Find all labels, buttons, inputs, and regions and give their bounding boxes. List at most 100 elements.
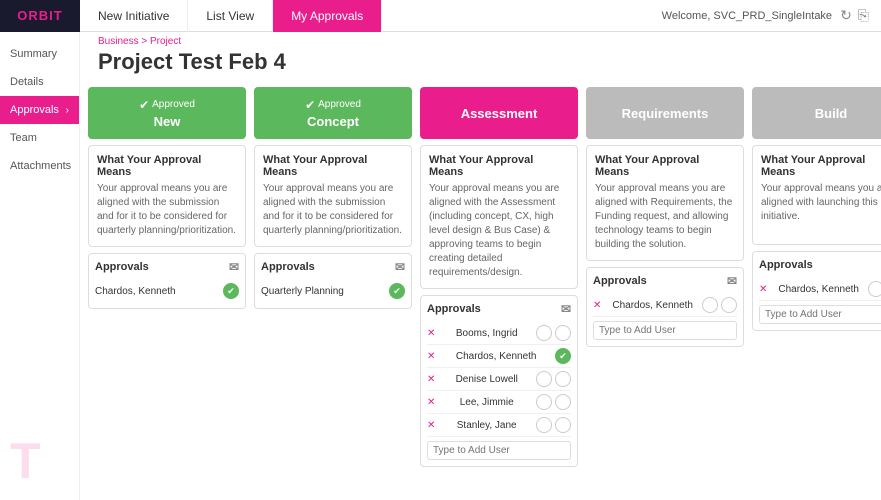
approval-row: Quarterly Planning ✔ xyxy=(261,280,405,302)
status-empty-icon xyxy=(555,325,571,341)
approval-row: ✕ Denise Lowell xyxy=(427,368,571,391)
tab-new-initiative[interactable]: New Initiative xyxy=(80,0,188,32)
mail-icon-new[interactable]: ✉ xyxy=(229,260,239,274)
stage-header-concept: ✔ Approved Concept xyxy=(254,87,412,139)
sidebar-item-details[interactable]: Details xyxy=(0,68,79,96)
add-user-input-build[interactable] xyxy=(759,305,881,324)
approver-name: Chardos, Kenneth xyxy=(456,351,537,362)
tab-list-view[interactable]: List View xyxy=(188,0,273,32)
stage-header-requirements: Requirements xyxy=(586,87,744,139)
breadcrumb-business[interactable]: Business xyxy=(98,36,139,47)
status-approved-icon: ✔ xyxy=(389,283,405,299)
approvals-header-build: Approvals ✉ xyxy=(759,258,881,272)
approval-means-text-concept: Your approval means you are aligned with… xyxy=(263,182,403,238)
logo-area: ORBIT xyxy=(0,0,80,32)
sidebar-item-attachments[interactable]: Attachments xyxy=(0,152,79,180)
main-content: Business > Project Project Test Feb 4 ✔ … xyxy=(80,32,881,500)
stage-name-new: New xyxy=(154,114,181,129)
approver-name: Denise Lowell xyxy=(456,374,518,385)
approver-name: Stanley, Jane xyxy=(457,420,517,431)
approvals-header-assessment: Approvals ✉ xyxy=(427,302,571,316)
sidebar-item-approvals[interactable]: Approvals› xyxy=(0,96,79,124)
remove-icon[interactable]: ✕ xyxy=(593,300,601,311)
remove-icon[interactable]: ✕ xyxy=(759,284,767,295)
approval-status xyxy=(536,325,571,341)
mail-icon-assessment[interactable]: ✉ xyxy=(561,302,571,316)
mail-icon-concept[interactable]: ✉ xyxy=(395,260,405,274)
remove-icon[interactable]: ✕ xyxy=(427,397,435,408)
approval-status xyxy=(536,394,571,410)
approvals-label-assessment: Approvals xyxy=(427,303,481,315)
approval-means-title-assessment: What Your Approval Means xyxy=(429,154,569,178)
logo: ORBIT xyxy=(17,8,62,23)
tmobile-watermark: T xyxy=(10,432,41,490)
approval-means-card-assessment: What Your Approval Means Your approval m… xyxy=(420,145,578,289)
kanban-col-requirements: Requirements What Your Approval Means Yo… xyxy=(586,87,744,467)
add-user-input-assessment[interactable] xyxy=(427,441,571,460)
approval-means-title-concept: What Your Approval Means xyxy=(263,154,403,178)
approvals-label-build: Approvals xyxy=(759,259,813,271)
approver-name: Lee, Jimmie xyxy=(460,397,514,408)
stage-approved-new: ✔ Approved xyxy=(139,98,195,112)
approval-means-text-new: Your approval means you are aligned with… xyxy=(97,182,237,238)
kanban-col-build: Build What Your Approval Means Your appr… xyxy=(752,87,881,467)
approvals-label-requirements: Approvals xyxy=(593,275,647,287)
approval-status: ✔ xyxy=(555,348,571,364)
approvals-section-concept: Approvals ✉ Quarterly Planning ✔ xyxy=(254,253,412,309)
approval-means-card-requirements: What Your Approval Means Your approval m… xyxy=(586,145,744,261)
status-approved-icon: ✔ xyxy=(223,283,239,299)
status-empty-icon xyxy=(868,281,881,297)
approval-status xyxy=(868,281,881,297)
approval-means-title-new: What Your Approval Means xyxy=(97,154,237,178)
approval-status xyxy=(702,297,737,313)
status-empty-icon xyxy=(536,417,552,433)
status-empty-icon xyxy=(555,371,571,387)
refresh-icon[interactable]: ↻ xyxy=(840,7,852,24)
stage-name-requirements: Requirements xyxy=(622,106,709,121)
approval-row: Chardos, Kenneth ✔ xyxy=(95,280,239,302)
status-empty-icon xyxy=(555,417,571,433)
status-empty-icon xyxy=(536,325,552,341)
add-user-input-requirements[interactable] xyxy=(593,321,737,340)
remove-icon[interactable]: ✕ xyxy=(427,328,435,339)
remove-icon[interactable]: ✕ xyxy=(427,351,435,362)
header-icons: ↻ ⎘ xyxy=(840,7,869,24)
stage-status-new: Approved xyxy=(152,99,195,110)
stage-approved-concept: ✔ Approved xyxy=(305,98,361,112)
sidebar-item-team[interactable]: Team xyxy=(0,124,79,152)
approvals-label-concept: Approvals xyxy=(261,261,315,273)
check-icon-concept: ✔ xyxy=(305,98,315,112)
remove-icon[interactable]: ✕ xyxy=(427,420,435,431)
kanban-col-new: ✔ Approved New What Your Approval Means … xyxy=(88,87,246,467)
approval-means-card-new: What Your Approval Means Your approval m… xyxy=(88,145,246,247)
tab-my-approvals[interactable]: My Approvals xyxy=(273,0,382,32)
approval-row: ✕ Booms, Ingrid xyxy=(427,322,571,345)
approval-row: ✕ Chardos, Kenneth xyxy=(593,294,737,317)
status-empty-icon xyxy=(721,297,737,313)
app-body: Summary Details Approvals› Team Attachme… xyxy=(0,32,881,500)
approver-name: Chardos, Kenneth xyxy=(778,284,859,295)
kanban-board: ✔ Approved New What Your Approval Means … xyxy=(88,81,873,473)
breadcrumb-project: Project xyxy=(150,36,181,47)
approvals-header-concept: Approvals ✉ xyxy=(261,260,405,274)
nav-tabs: New Initiative List View My Approvals xyxy=(80,0,382,32)
approver-name: Chardos, Kenneth xyxy=(612,300,693,311)
approval-row: ✕ Chardos, Kenneth xyxy=(759,278,881,301)
header: ORBIT New Initiative List View My Approv… xyxy=(0,0,881,32)
share-icon[interactable]: ⎘ xyxy=(858,7,869,24)
welcome-text: Welcome, SVC_PRD_SingleIntake xyxy=(662,10,832,22)
approver-name: Quarterly Planning xyxy=(261,286,344,297)
kanban-col-assessment: Assessment What Your Approval Means Your… xyxy=(420,87,578,467)
check-icon-new: ✔ xyxy=(139,98,149,112)
stage-header-build: Build xyxy=(752,87,881,139)
status-empty-icon xyxy=(536,371,552,387)
remove-icon[interactable]: ✕ xyxy=(427,374,435,385)
mail-icon-requirements[interactable]: ✉ xyxy=(727,274,737,288)
sidebar-item-summary[interactable]: Summary xyxy=(0,40,79,68)
status-empty-icon xyxy=(555,394,571,410)
stage-name-assessment: Assessment xyxy=(461,106,538,121)
approval-status xyxy=(536,371,571,387)
approvals-section-new: Approvals ✉ Chardos, Kenneth ✔ xyxy=(88,253,246,309)
approval-means-text-assessment: Your approval means you are aligned with… xyxy=(429,182,569,280)
approval-means-card-concept: What Your Approval Means Your approval m… xyxy=(254,145,412,247)
